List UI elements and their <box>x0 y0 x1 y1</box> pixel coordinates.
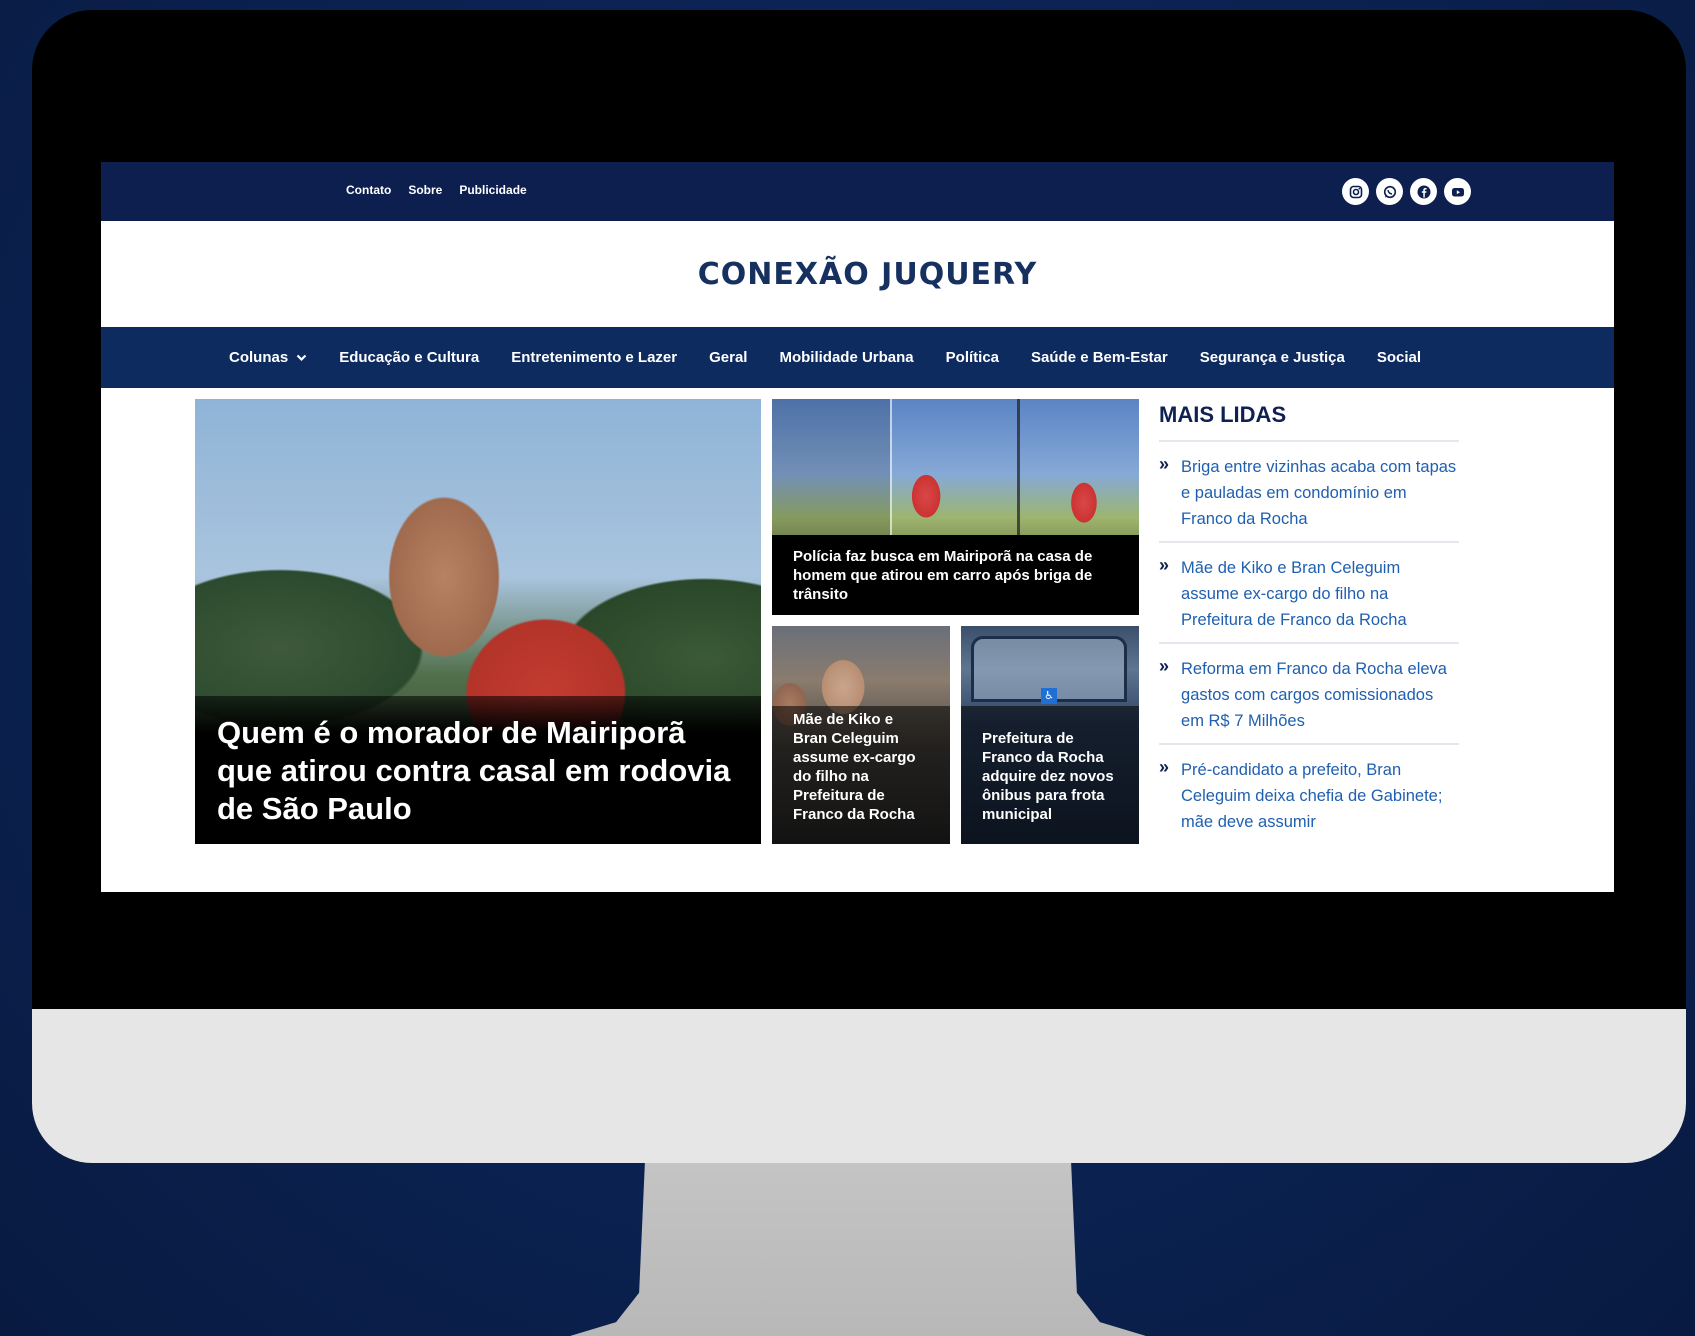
nav-politica[interactable]: Política <box>946 349 999 366</box>
most-read-link[interactable]: Briga entre vizinhas acaba com tapas e p… <box>1181 454 1459 532</box>
sobre-link[interactable]: Sobre <box>408 183 442 197</box>
list-item[interactable]: » Pré-candidato a prefeito, Bran Celegui… <box>1159 745 1459 844</box>
most-read-link[interactable]: Mãe de Kiko e Bran Celeguim assume ex-ca… <box>1181 555 1459 633</box>
article-caption: Mãe de Kiko e Bran Celeguim assume ex-ca… <box>772 706 950 844</box>
nav-geral[interactable]: Geral <box>709 349 747 366</box>
article-caption: Prefeitura de Franco da Rocha adquire de… <box>961 706 1139 844</box>
nav-social[interactable]: Social <box>1377 349 1421 366</box>
article-card-onibus[interactable]: ♿ Prefeitura de Franco da Rocha adquire … <box>961 626 1139 844</box>
list-item[interactable]: » Reforma em Franco da Rocha eleva gasto… <box>1159 644 1459 745</box>
chevron-down-icon <box>296 354 307 361</box>
article-card-policia[interactable]: Polícia faz busca em Mairiporã na casa d… <box>772 399 1139 615</box>
most-read-link[interactable]: Reforma em Franco da Rocha eleva gastos … <box>1181 656 1459 734</box>
most-read-title: MAIS LIDAS <box>1159 402 1459 442</box>
double-chevron-icon: » <box>1159 555 1170 575</box>
main-content: Quem é o morador de Mairiporã que atirou… <box>101 388 1614 892</box>
nav-entretenimento-lazer[interactable]: Entretenimento e Lazer <box>511 349 677 366</box>
article-card-mae-kiko[interactable]: Mãe de Kiko e Bran Celeguim assume ex-ca… <box>772 626 950 844</box>
nav-mobilidade-urbana[interactable]: Mobilidade Urbana <box>779 349 913 366</box>
site-logo[interactable]: CONEXÃO JUQUERY <box>698 257 1037 292</box>
publicidade-link[interactable]: Publicidade <box>459 183 526 197</box>
article-title[interactable]: Mãe de Kiko e Bran Celeguim assume ex-ca… <box>793 710 929 824</box>
nav-colunas[interactable]: Colunas <box>229 349 307 366</box>
nav-saude-bem-estar[interactable]: Saúde e Bem-Estar <box>1031 349 1168 366</box>
list-item[interactable]: » Mãe de Kiko e Bran Celeguim assume ex-… <box>1159 543 1459 644</box>
monitor-chin <box>32 1009 1686 1163</box>
main-nav: Colunas Educação e Cultura Entreteniment… <box>101 327 1614 388</box>
website-screen: Contato Sobre Publicidade CONEXÃO JUQUER… <box>101 162 1614 892</box>
featured-title[interactable]: Quem é o morador de Mairiporã que atirou… <box>217 714 739 828</box>
youtube-icon[interactable] <box>1444 178 1471 205</box>
logo-area: CONEXÃO JUQUERY <box>101 221 1614 327</box>
double-chevron-icon: » <box>1159 757 1170 777</box>
monitor-stand <box>570 1163 1146 1336</box>
accessibility-icon: ♿ <box>1041 688 1057 704</box>
double-chevron-icon: » <box>1159 454 1170 474</box>
double-chevron-icon: » <box>1159 656 1170 676</box>
most-read-sidebar: MAIS LIDAS » Briga entre vizinhas acaba … <box>1159 402 1459 844</box>
article-caption: Polícia faz busca em Mairiporã na casa d… <box>772 535 1139 615</box>
most-read-list: » Briga entre vizinhas acaba com tapas e… <box>1159 442 1459 844</box>
featured-caption: Quem é o morador de Mairiporã que atirou… <box>195 696 761 844</box>
article-title[interactable]: Polícia faz busca em Mairiporã na casa d… <box>793 547 1118 604</box>
nav-colunas-label: Colunas <box>229 349 289 366</box>
facebook-icon[interactable] <box>1410 178 1437 205</box>
social-icons <box>1342 178 1471 205</box>
list-item[interactable]: » Briga entre vizinhas acaba com tapas e… <box>1159 442 1459 543</box>
top-bar: Contato Sobre Publicidade <box>101 162 1614 221</box>
instagram-icon[interactable] <box>1342 178 1369 205</box>
nav-seguranca-justica[interactable]: Segurança e Justiça <box>1200 349 1345 366</box>
most-read-link[interactable]: Pré-candidato a prefeito, Bran Celeguim … <box>1181 757 1459 835</box>
top-links: Contato Sobre Publicidade <box>346 183 527 197</box>
contato-link[interactable]: Contato <box>346 183 391 197</box>
article-title[interactable]: Prefeitura de Franco da Rocha adquire de… <box>982 729 1118 824</box>
whatsapp-icon[interactable] <box>1376 178 1403 205</box>
nav-educacao-cultura[interactable]: Educação e Cultura <box>339 349 479 366</box>
featured-article-main[interactable]: Quem é o morador de Mairiporã que atirou… <box>195 399 761 844</box>
